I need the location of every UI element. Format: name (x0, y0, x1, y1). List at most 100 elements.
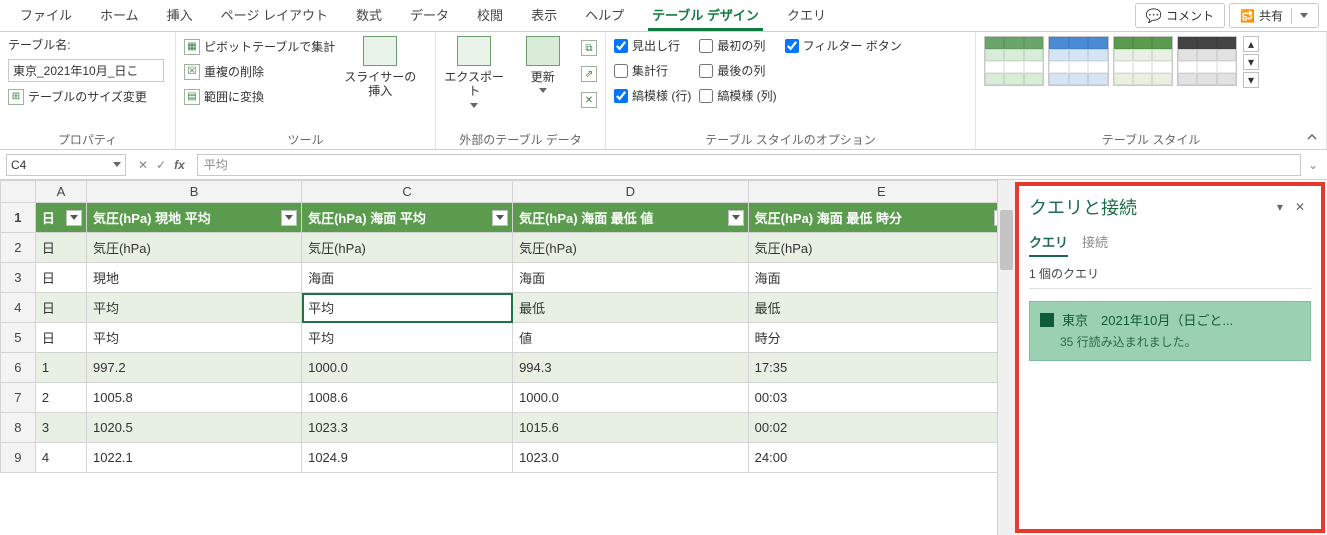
tab-page-layout[interactable]: ページ レイアウト (207, 0, 342, 32)
cell[interactable]: 日 (35, 233, 86, 263)
chk-last-col[interactable]: 最後の列 (699, 61, 776, 80)
tab-review[interactable]: 校閲 (463, 0, 517, 32)
filter-dropdown-icon[interactable] (728, 210, 744, 226)
col-header-C[interactable]: C (302, 181, 513, 203)
cell[interactable]: 994.3 (513, 353, 749, 383)
table-name-input[interactable]: 東京_2021年10月_日こ (8, 59, 164, 82)
cell[interactable]: 1000.0 (513, 383, 749, 413)
tab-table-design[interactable]: テーブル デザイン (638, 0, 773, 32)
gallery-more-icon[interactable]: ▾ (1243, 72, 1259, 88)
export-button[interactable]: エクスポート (444, 36, 505, 108)
cell[interactable]: 4 (35, 443, 86, 473)
cell[interactable]: 日 (35, 323, 86, 353)
pane-menu-icon[interactable]: ▾ (1271, 200, 1289, 214)
resize-table-button[interactable]: ⊞ テーブルのサイズ変更 (8, 88, 164, 105)
open-browser-icon[interactable]: ⇗ (581, 66, 597, 82)
cell[interactable]: 気圧(hPa) (302, 233, 513, 263)
table-header-cell[interactable]: 気圧(hPa) 海面 最低 時分 (748, 203, 1014, 233)
select-all-corner[interactable] (1, 181, 36, 203)
share-button[interactable]: 🔂 共有 (1229, 3, 1319, 28)
table-header-cell[interactable]: 気圧(hPa) 海面 平均 (302, 203, 513, 233)
gallery-up-icon[interactable]: ▴ (1243, 36, 1259, 52)
cell[interactable]: 平均 (87, 323, 302, 353)
pane-tab-queries[interactable]: クエリ (1029, 232, 1068, 257)
cell[interactable]: 海面 (748, 263, 1014, 293)
gallery-down-icon[interactable]: ▾ (1243, 54, 1259, 70)
tab-formulas[interactable]: 数式 (342, 0, 396, 32)
cell[interactable]: 時分 (748, 323, 1014, 353)
cell[interactable]: 1015.6 (513, 413, 749, 443)
chk-filter-button[interactable]: フィルター ボタン (785, 36, 902, 55)
cell[interactable]: 17:35 (748, 353, 1014, 383)
tab-file[interactable]: ファイル (6, 0, 86, 32)
cell[interactable]: 気圧(hPa) (748, 233, 1014, 263)
tab-home[interactable]: ホーム (86, 0, 153, 32)
cell[interactable]: 2 (35, 383, 86, 413)
vertical-scrollbar[interactable] (997, 180, 1015, 535)
cell[interactable]: 1020.5 (87, 413, 302, 443)
cell[interactable]: 平均 (302, 293, 513, 323)
style-thumb[interactable] (1048, 36, 1108, 86)
remove-duplicates[interactable]: ☒ 重複の削除 (184, 63, 335, 80)
table-header-cell[interactable]: 日 (35, 203, 86, 233)
row-header[interactable]: 1 (1, 203, 36, 233)
summarize-with-pivot[interactable]: ▦ ピボットテーブルで集計 (184, 38, 335, 55)
scrollbar-thumb[interactable] (1000, 210, 1013, 270)
fx-icon[interactable]: fx (174, 158, 185, 172)
cell[interactable]: 3 (35, 413, 86, 443)
row-header[interactable]: 3 (1, 263, 36, 293)
col-header-D[interactable]: D (513, 181, 749, 203)
ribbon-collapse-button[interactable] (1303, 129, 1321, 145)
insert-slicer-button[interactable]: スライサーの 挿入 (343, 36, 417, 99)
row-header[interactable]: 2 (1, 233, 36, 263)
col-header-B[interactable]: B (87, 181, 302, 203)
tab-query[interactable]: クエリ (773, 0, 840, 32)
unlink-icon[interactable]: ✕ (581, 92, 597, 108)
row-header[interactable]: 4 (1, 293, 36, 323)
cell[interactable]: 00:02 (748, 413, 1014, 443)
cell[interactable]: 1008.6 (302, 383, 513, 413)
cell[interactable]: 海面 (302, 263, 513, 293)
cancel-icon[interactable]: ✕ (138, 158, 148, 172)
cell[interactable]: 気圧(hPa) (513, 233, 749, 263)
refresh-button[interactable]: 更新 (513, 36, 574, 93)
cell[interactable]: 値 (513, 323, 749, 353)
cell[interactable]: 気圧(hPa) (87, 233, 302, 263)
tab-help[interactable]: ヘルプ (571, 0, 638, 32)
tab-view[interactable]: 表示 (517, 0, 571, 32)
query-item[interactable]: 東京 2021年10月（日ごと... 35 行読み込まれました。 (1029, 301, 1311, 361)
row-header[interactable]: 9 (1, 443, 36, 473)
cell[interactable]: 1023.0 (513, 443, 749, 473)
pane-tab-connections[interactable]: 接続 (1082, 232, 1108, 257)
filter-dropdown-icon[interactable] (492, 210, 508, 226)
tab-insert[interactable]: 挿入 (153, 0, 207, 32)
col-header-E[interactable]: E (748, 181, 1014, 203)
cell[interactable]: 24:00 (748, 443, 1014, 473)
cell[interactable]: 1022.1 (87, 443, 302, 473)
cell[interactable]: 海面 (513, 263, 749, 293)
style-thumb[interactable] (984, 36, 1044, 86)
filter-dropdown-icon[interactable] (281, 210, 297, 226)
name-box[interactable]: C4 (6, 154, 126, 176)
chk-first-col[interactable]: 最初の列 (699, 36, 776, 55)
cell[interactable]: 平均 (87, 293, 302, 323)
chk-banded-cols[interactable]: 縞模様 (列) (699, 86, 776, 105)
cell[interactable]: 現地 (87, 263, 302, 293)
cell[interactable]: 最低 (513, 293, 749, 323)
enter-icon[interactable]: ✓ (156, 158, 166, 172)
style-thumb[interactable] (1113, 36, 1173, 86)
table-styles-gallery[interactable]: ▴ ▾ ▾ (984, 36, 1259, 120)
tab-data[interactable]: データ (396, 0, 463, 32)
row-header[interactable]: 8 (1, 413, 36, 443)
style-thumb[interactable] (1177, 36, 1237, 86)
spreadsheet-grid[interactable]: A B C D E 1 日 気圧(hPa) 現地 平均 気圧(hPa) 海面 平… (0, 180, 1015, 535)
row-header[interactable]: 7 (1, 383, 36, 413)
cell[interactable]: 日 (35, 293, 86, 323)
table-header-cell[interactable]: 気圧(hPa) 海面 最低 値 (513, 203, 749, 233)
chk-banded-rows[interactable]: 縞模様 (行) (614, 86, 691, 105)
formula-input[interactable]: 平均 (197, 154, 1301, 176)
cell[interactable]: 1023.3 (302, 413, 513, 443)
cell[interactable]: 1000.0 (302, 353, 513, 383)
filter-dropdown-icon[interactable] (66, 210, 82, 226)
cell[interactable]: 997.2 (87, 353, 302, 383)
